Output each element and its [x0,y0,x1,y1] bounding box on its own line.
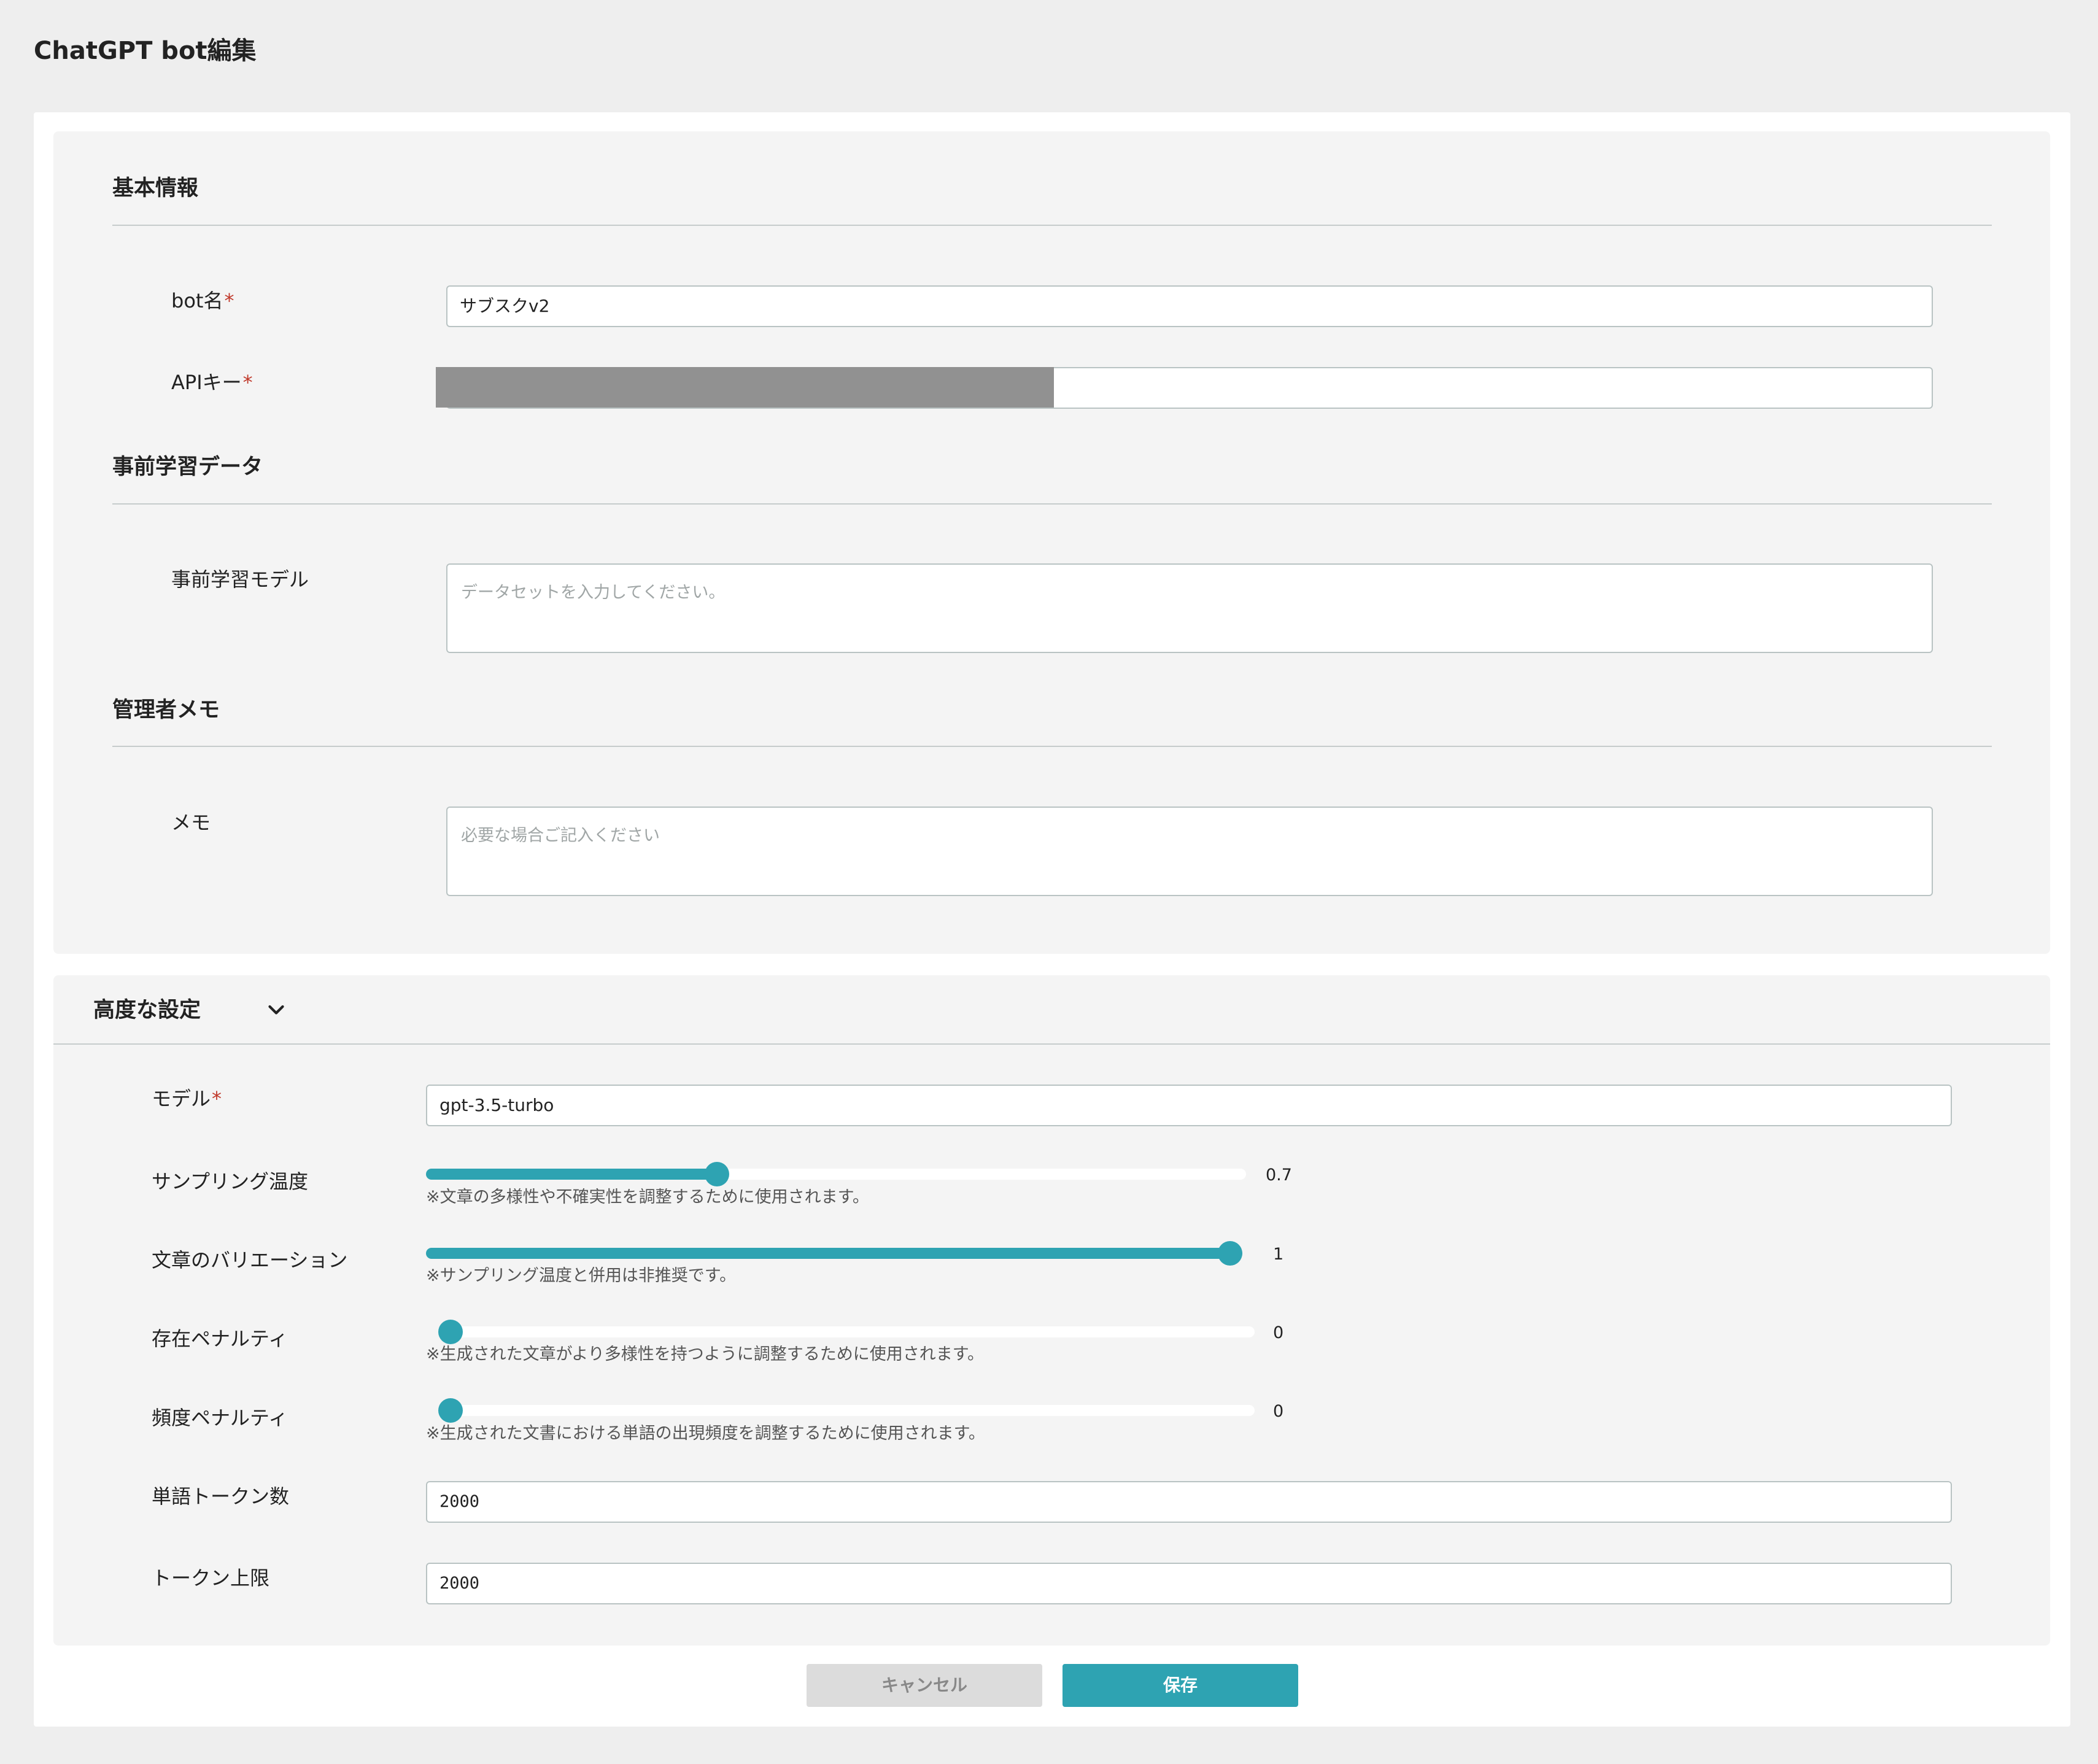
page-title: ChatGPT bot編集 [34,37,257,65]
memo-textarea[interactable]: 必要な場合ご記入ください [446,807,1933,896]
top-p-value: 1 [1273,1245,1284,1264]
temperature-slider[interactable] [426,1162,1246,1186]
slider-fill [426,1169,718,1180]
model-input[interactable]: gpt-3.5-turbo [426,1085,1952,1126]
pretraining-model-label: 事前学習モデル [171,568,309,591]
slider-thumb[interactable] [438,1398,463,1423]
temperature-help: ※文章の多様性や不確実性を調整するために使用されます。 [426,1188,869,1207]
advanced-header-divider [53,1043,2050,1045]
advanced-settings-panel [53,975,2050,1646]
section-title-admin-memo: 管理者メモ [112,698,220,722]
bot-name-input[interactable]: サブスクv2 [446,285,1933,327]
top-p-slider[interactable] [426,1241,1242,1266]
memo-label: メモ [171,811,211,834]
bot-name-label: bot名* [171,289,234,312]
section-title-basic-info: 基本情報 [112,176,199,201]
token-limit-input[interactable]: 2000 [426,1563,1952,1604]
section-divider [112,746,1992,747]
temperature-value: 0.7 [1266,1166,1292,1185]
word-tokens-input[interactable]: 2000 [426,1481,1952,1523]
api-key-label: APIキー* [171,371,253,394]
temperature-label: サンプリング温度 [152,1170,309,1193]
required-mark: * [212,1087,222,1110]
frequency-penalty-help: ※生成された文書における単語の出現頻度を調整するために使用されます。 [426,1424,985,1443]
section-divider [112,225,1992,226]
section-title-pretraining: 事前学習データ [112,455,263,479]
slider-thumb[interactable] [1218,1241,1242,1266]
slider-fill [426,1248,1242,1259]
presence-penalty-slider[interactable] [438,1320,1255,1344]
slider-thumb[interactable] [438,1320,463,1344]
required-mark: * [224,289,234,312]
frequency-penalty-label: 頻度ペナルティ [152,1406,288,1429]
top-p-label: 文章のバリエーション [152,1248,348,1272]
cancel-button[interactable]: キャンセル [807,1664,1042,1707]
model-label: モデル* [152,1087,222,1110]
token-limit-label: トークン上限 [152,1566,270,1590]
advanced-settings-title[interactable]: 高度な設定 [93,996,201,1025]
presence-penalty-value: 0 [1273,1323,1284,1342]
api-key-redaction [436,367,1054,408]
frequency-penalty-value: 0 [1273,1402,1284,1421]
word-tokens-label: 単語トークン数 [152,1485,290,1508]
chevron-down-icon[interactable] [265,999,287,1021]
frequency-penalty-slider[interactable] [438,1398,1255,1423]
section-divider [112,503,1992,505]
presence-penalty-help: ※生成された文章がより多様性を持つように調整するために使用されます。 [426,1345,985,1364]
pretraining-model-textarea[interactable]: データセットを入力してください。 [446,563,1933,653]
save-button[interactable]: 保存 [1063,1664,1298,1707]
presence-penalty-label: 存在ペナルティ [152,1327,288,1350]
slider-thumb[interactable] [705,1162,730,1186]
top-p-help: ※サンプリング温度と併用は非推奨です。 [426,1266,737,1285]
required-mark: * [242,371,253,394]
